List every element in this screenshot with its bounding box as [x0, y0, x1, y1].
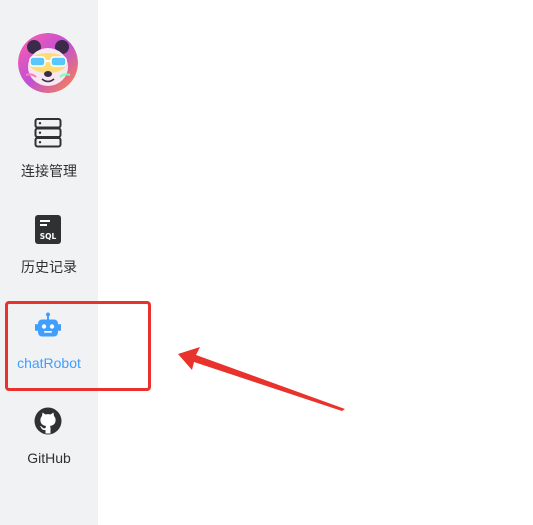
github-icon — [33, 406, 63, 436]
sidebar-item-label: GitHub — [27, 450, 71, 466]
sidebar-item-label: 历史记录 — [21, 259, 77, 275]
sql-file-icon: SQL — [33, 213, 63, 244]
sidebar-item-connection-management[interactable]: 连接管理 — [0, 117, 98, 203]
annotation-arrow — [178, 347, 345, 411]
sidebar-item-label: 连接管理 — [21, 163, 77, 179]
user-avatar[interactable] — [18, 33, 78, 93]
sidebar-item-github[interactable]: GitHub — [0, 406, 98, 492]
panda-avatar-icon — [18, 33, 78, 93]
sidebar: 连接管理 SQL 历史记录 chatRobot GitHub — [0, 0, 98, 525]
sidebar-item-history[interactable]: SQL 历史记录 — [0, 213, 98, 299]
svg-text:SQL: SQL — [40, 232, 57, 241]
annotation-highlight-box — [5, 301, 151, 391]
server-icon — [33, 117, 63, 148]
